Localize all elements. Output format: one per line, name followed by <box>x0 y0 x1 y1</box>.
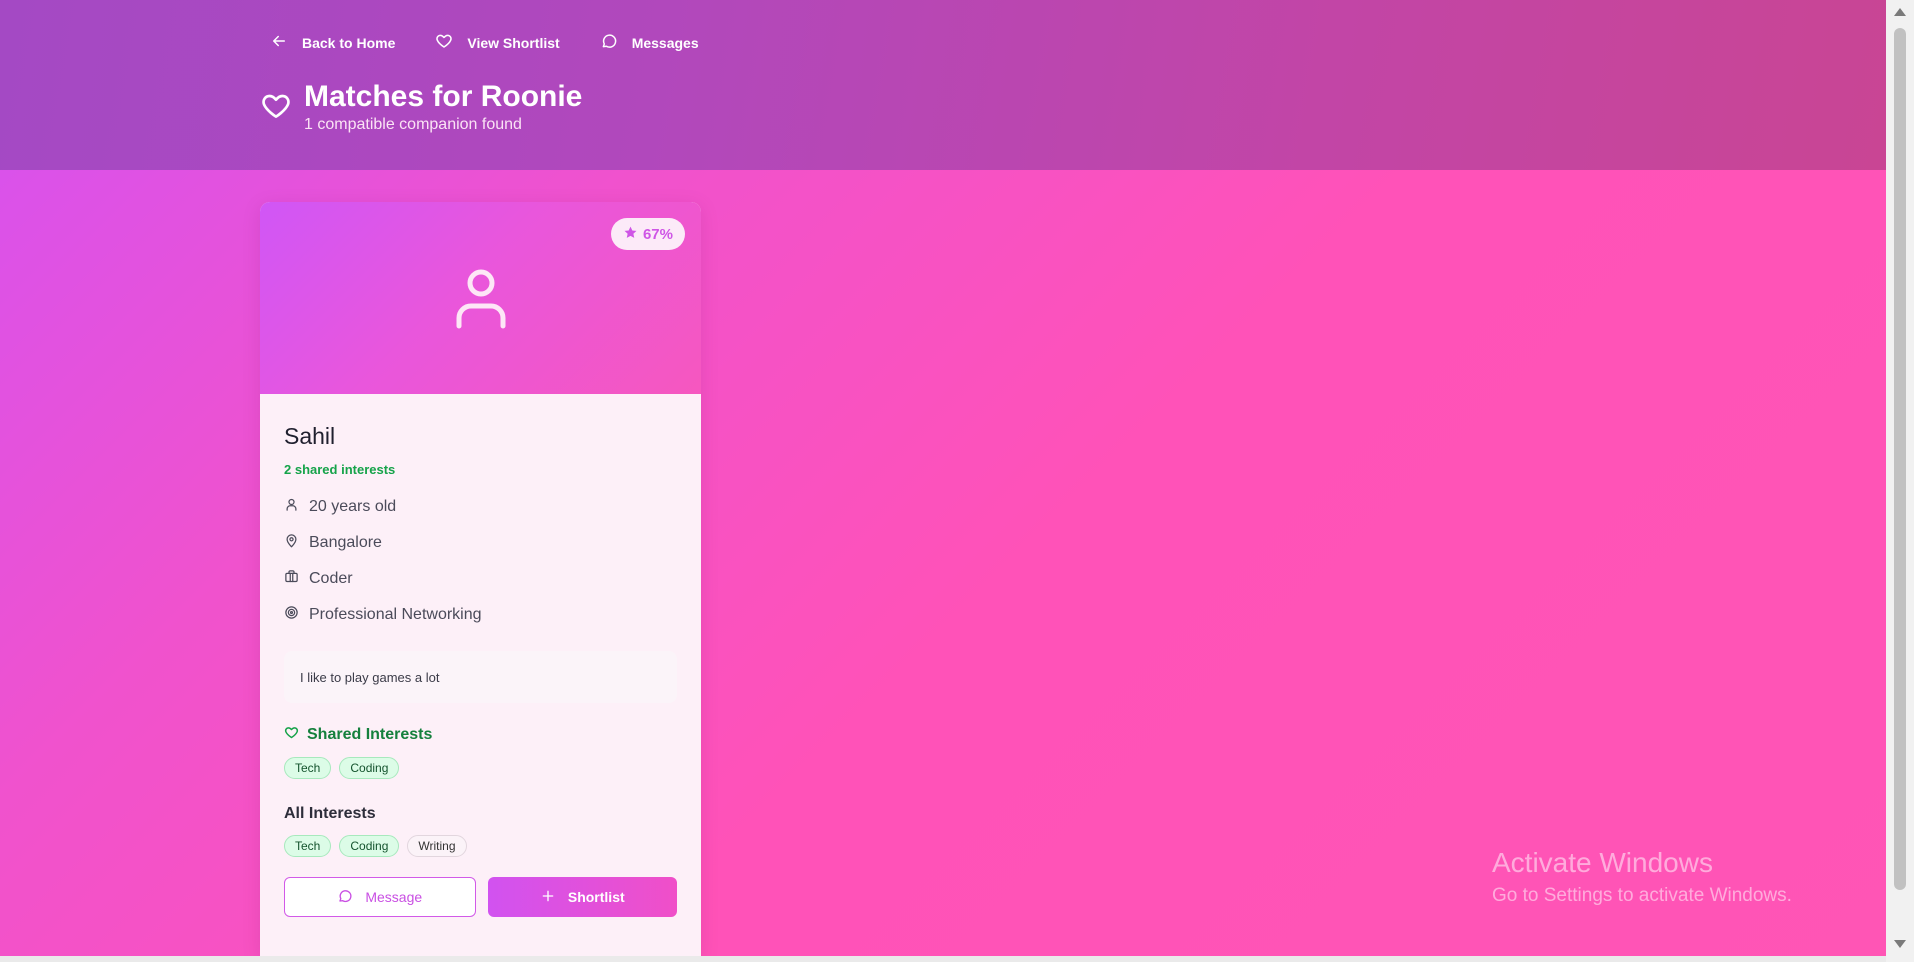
map-pin-icon <box>284 533 299 553</box>
age-value: 20 years old <box>309 498 397 515</box>
interest-tag: Writing <box>407 835 467 857</box>
interest-tag: Coding <box>339 757 400 779</box>
match-card-hero: 67% <box>260 202 701 394</box>
view-shortlist-link[interactable]: View Shortlist <box>435 32 560 53</box>
bio: I like to play games a lot <box>284 651 677 703</box>
compatibility-score: 67% <box>642 225 673 243</box>
target-icon <box>284 605 299 625</box>
activate-windows-watermark: Activate Windows Go to Settings to activ… <box>1492 846 1792 908</box>
messages-label: Messages <box>631 34 699 51</box>
message-button[interactable]: Message <box>284 877 476 917</box>
shortlist-button-label: Shortlist <box>567 889 625 905</box>
watermark-title: Activate Windows <box>1492 847 1713 878</box>
location-row: Bangalore <box>284 525 677 561</box>
all-interests-title: All Interests <box>284 805 376 822</box>
shared-interests-heading: Shared Interests <box>284 725 677 745</box>
message-circle-icon <box>337 888 353 907</box>
plus-icon <box>540 888 556 907</box>
age-row: 20 years old <box>284 489 677 525</box>
heart-icon <box>435 32 453 53</box>
interest-tag: Coding <box>339 835 400 857</box>
briefcase-icon <box>284 569 299 589</box>
top-nav: Back to Home View Shortlist Messages <box>270 32 699 53</box>
user-icon <box>284 497 299 517</box>
user-icon <box>454 269 508 334</box>
shared-interests-count: 2 shared interests <box>284 462 396 477</box>
messages-link[interactable]: Messages <box>600 32 699 53</box>
message-button-label: Message <box>365 889 423 905</box>
purpose-row: Professional Networking <box>284 597 677 633</box>
page-subtitle: 1 compatible companion found <box>304 116 522 133</box>
page-heading: Matches for Roonie 1 compatible companio… <box>260 78 582 134</box>
match-facts: 20 years old Bangalore Coder Professiona… <box>284 489 677 633</box>
avatar <box>454 268 508 335</box>
match-card-body: Sahil 2 shared interests 20 years old Ba… <box>260 394 701 917</box>
star-icon <box>623 225 638 244</box>
back-to-home-link[interactable]: Back to Home <box>270 32 395 53</box>
back-to-home-label: Back to Home <box>302 34 396 51</box>
all-interests-tags: Tech Coding Writing <box>284 835 677 857</box>
header: Back to Home View Shortlist Messages Mat… <box>0 0 1886 170</box>
scroll-up-arrow-icon[interactable] <box>1894 8 1906 16</box>
page: Back to Home View Shortlist Messages Mat… <box>0 0 1886 956</box>
shared-interests-tags: Tech Coding <box>284 757 677 779</box>
window-bottom-edge <box>0 956 1886 962</box>
page-heading-text: Matches for Roonie 1 compatible companio… <box>304 78 582 134</box>
view-shortlist-label: View Shortlist <box>467 34 560 51</box>
scrollbar-thumb[interactable] <box>1894 28 1906 890</box>
location-value: Bangalore <box>309 534 382 551</box>
occupation-value: Coder <box>309 570 353 587</box>
purpose-value: Professional Networking <box>309 606 482 623</box>
card-actions: Message Shortlist <box>284 877 677 917</box>
scroll-down-arrow-icon[interactable] <box>1894 940 1906 948</box>
shortlist-button[interactable]: Shortlist <box>487 877 677 917</box>
heart-icon <box>284 725 299 745</box>
interest-tag: Tech <box>284 835 332 857</box>
shared-interests-title: Shared Interests <box>307 726 433 743</box>
message-circle-icon <box>600 32 618 53</box>
compatibility-badge: 67% <box>610 218 685 250</box>
match-card: 67% Sahil 2 shared interests 20 years ol… <box>260 202 701 956</box>
match-name: Sahil <box>284 423 336 449</box>
heart-icon <box>260 78 292 127</box>
watermark-subtitle: Go to Settings to activate Windows. <box>1492 885 1792 906</box>
interest-tag: Tech <box>284 757 332 779</box>
occupation-row: Coder <box>284 561 677 597</box>
vertical-scrollbar[interactable] <box>1886 0 1914 962</box>
all-interests-heading: All Interests <box>284 805 677 823</box>
arrow-left-icon <box>270 32 288 53</box>
page-title: Matches for Roonie <box>304 80 583 113</box>
